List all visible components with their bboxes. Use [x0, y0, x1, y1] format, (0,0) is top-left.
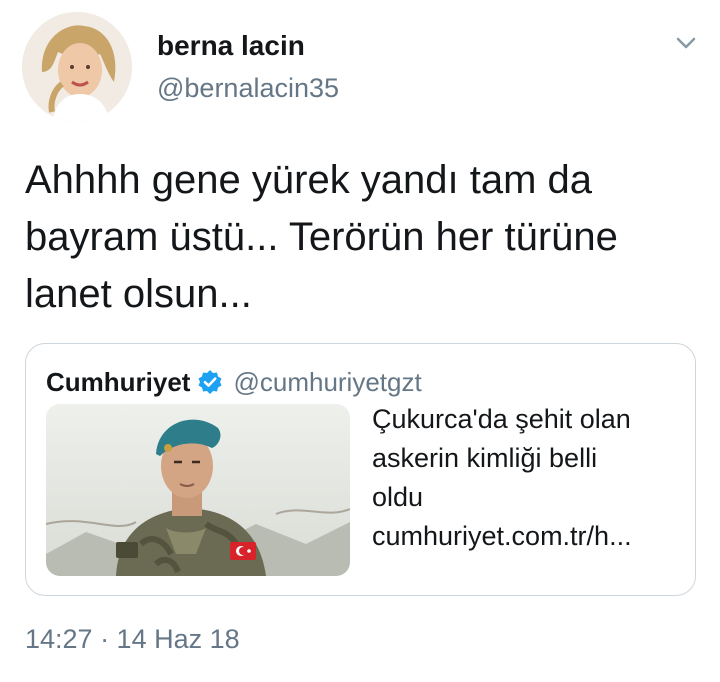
quoted-text-line: Çukurca'da şehit olan	[372, 404, 631, 434]
quoted-link-text[interactable]: cumhuriyet.com.tr/h...	[372, 517, 692, 556]
quoted-tweet-card[interactable]: Cumhuriyet @cumhuriyetgzt Çukurca'da şeh…	[25, 343, 696, 596]
avatar[interactable]	[22, 12, 132, 122]
chevron-down-icon[interactable]	[672, 30, 700, 54]
display-name[interactable]: berna lacin	[157, 30, 305, 62]
quoted-tweet-text: Çukurca'da şehit olan askerin kimliği be…	[372, 400, 692, 556]
quoted-author-name: Cumhuriyet	[46, 366, 191, 397]
article-thumbnail[interactable]	[46, 404, 350, 576]
quoted-tweet-header: Cumhuriyet @cumhuriyetgzt	[46, 365, 422, 399]
user-handle[interactable]: @bernalacin35	[157, 73, 339, 104]
tweet-text-line: bayram üstü... Terörün her türüne	[25, 215, 618, 259]
tweet-timestamp[interactable]: 14:27 · 14 Haz 18	[25, 624, 240, 655]
avatar-photo	[22, 12, 132, 122]
quoted-text-line: oldu	[372, 482, 424, 512]
quoted-author-handle: @cumhuriyetgzt	[233, 366, 422, 397]
quoted-text-line: askerin kimliği belli	[372, 443, 598, 473]
tweet-text-line: Ahhhh gene yürek yandı tam da	[25, 158, 593, 202]
tweet-text-line: lanet olsun...	[25, 272, 252, 316]
tweet-text: Ahhhh gene yürek yandı tam da bayram üst…	[25, 152, 705, 323]
verified-badge-icon	[197, 369, 223, 395]
